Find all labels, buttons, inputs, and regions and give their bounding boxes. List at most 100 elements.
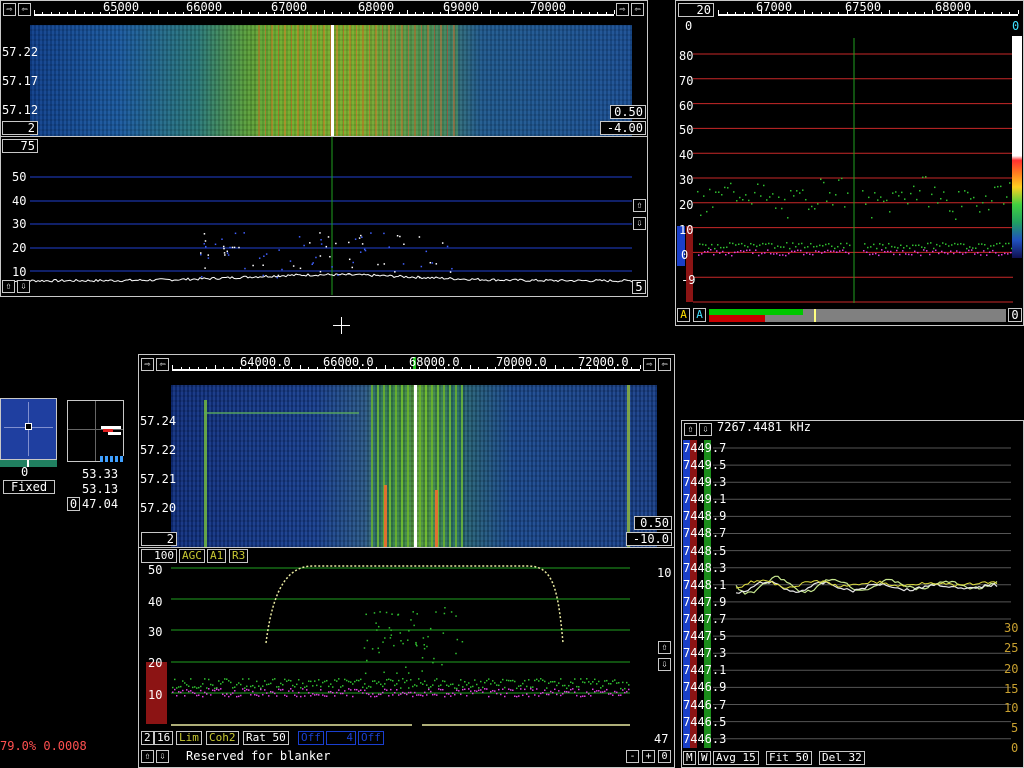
- spec1-dot: [207, 257, 210, 259]
- freq-w-button[interactable]: W: [698, 751, 711, 765]
- smeter-dot-green: [828, 243, 830, 245]
- spec2-dot-magenta: [566, 690, 568, 693]
- spec1-up-button[interactable]: ⇧: [2, 280, 15, 293]
- spec2-dot-green: [292, 684, 294, 687]
- smeter-dot-magenta: [956, 250, 958, 252]
- wf2-right-arrow-button[interactable]: ⇨: [141, 358, 154, 371]
- wf2-box-right-bottom[interactable]: -10.0: [626, 532, 672, 546]
- freq-right-label-4: 10: [1004, 701, 1019, 715]
- spec2-dot-green: [391, 613, 393, 615]
- spec2-dot-magenta: [282, 688, 284, 691]
- spec2-plus-button[interactable]: +: [642, 750, 655, 763]
- spec2-dot-green: [324, 680, 326, 683]
- smeter-dot-green: [706, 210, 708, 213]
- spec2-up-button[interactable]: ⇧: [141, 750, 154, 763]
- freq-avg-button[interactable]: Avg 15: [713, 751, 759, 765]
- wf1-right-arrow-button-2[interactable]: ⇨: [616, 3, 629, 16]
- wf2-left-arrow-button-2[interactable]: ⇦: [658, 358, 671, 371]
- wf1-ruler-tick: [92, 12, 93, 14]
- spec2-dot-magenta: [552, 691, 554, 694]
- spec2-dot-magenta: [350, 689, 352, 691]
- mid-fixed-button[interactable]: Fixed: [3, 480, 55, 494]
- wf2-waterfall[interactable]: [171, 385, 657, 547]
- wf1-time-label-2: 57.12: [2, 103, 39, 117]
- spec2-dot-magenta: [486, 688, 488, 690]
- spec1-dot: [360, 234, 362, 237]
- wf1-left-arrow-button[interactable]: ⇦: [18, 3, 31, 16]
- wf1-waterfall[interactable]: [30, 25, 632, 136]
- spec2-bottom-tag-coh2[interactable]: Coh2: [206, 731, 239, 745]
- spec2-dot-magenta: [196, 694, 198, 697]
- smeter-dot-green: [834, 247, 836, 250]
- spec2-dot-green: [562, 684, 564, 687]
- smeter-dot-magenta: [998, 254, 1000, 257]
- spec2-dot-green: [371, 648, 374, 650]
- smeter-dot-magenta: [794, 250, 796, 253]
- spec2-dot-magenta: [428, 688, 430, 691]
- spec2-dot-green: [200, 685, 202, 688]
- smeter-ruler-tick: [906, 12, 908, 14]
- freq-del-button[interactable]: Del 32: [819, 751, 865, 765]
- spec2-dot-green: [434, 679, 436, 682]
- freq-y-label-1: 7449.5: [683, 458, 727, 472]
- smeter-ruler-tick: [752, 12, 754, 14]
- spec2-dot-green: [374, 680, 376, 682]
- spec1-scroll-down-button[interactable]: ⇩: [633, 217, 646, 230]
- spec2-dot-magenta: [278, 688, 280, 691]
- spec2-bottom-tag-lim[interactable]: Lim: [176, 731, 202, 745]
- spec2-dot-magenta: [416, 694, 418, 696]
- spec2-dot-green: [236, 683, 238, 686]
- spec2-dot-magenta: [456, 689, 458, 692]
- spec2-bottom-tag-4[interactable]: 4: [326, 731, 356, 745]
- spec2-scroll-down-button[interactable]: ⇩: [658, 658, 671, 671]
- smeter-dot-green: [951, 244, 953, 246]
- smeter-a-button-2[interactable]: A: [693, 308, 706, 322]
- spec2-dot-green: [512, 679, 514, 682]
- smeter-box-bottom-right[interactable]: 0: [1008, 308, 1022, 322]
- wf1-box-right-top[interactable]: 0.50: [610, 105, 646, 119]
- wf2-left-arrow-button[interactable]: ⇦: [156, 358, 169, 371]
- smeter-box-top-left[interactable]: 20: [678, 3, 714, 17]
- smeter-ruler-tick: [1000, 12, 1002, 14]
- spec1-dot: [370, 232, 372, 234]
- smeter-dot-green: [817, 203, 819, 205]
- spec2-bottom-tag-2[interactable]: 2: [141, 731, 154, 745]
- spec2-down-button[interactable]: ⇩: [156, 750, 169, 763]
- spec2-dot-green: [212, 684, 214, 686]
- wf1-ruler-tick: [100, 12, 102, 14]
- spec2-dot-magenta: [178, 691, 180, 693]
- mid-value-2: 53.33: [82, 467, 119, 481]
- spec1-down-button[interactable]: ⇩: [17, 280, 30, 293]
- wf2-box-right-top[interactable]: 0.50: [634, 516, 672, 530]
- spec2-dot-green: [376, 682, 378, 685]
- spec2-minus-button[interactable]: -: [626, 750, 639, 763]
- wf2-box-left[interactable]: 2: [141, 532, 177, 546]
- spec2-bottom-tag-rat[interactable]: Rat 50: [243, 731, 289, 745]
- freq-m-button[interactable]: M: [683, 751, 696, 765]
- spec2-bottom-tag-off-1[interactable]: Off: [298, 731, 324, 745]
- spec1-box-right[interactable]: 5: [632, 280, 646, 294]
- spec2-bottom-tag-off-2[interactable]: Off: [358, 731, 384, 745]
- smeter-a-button-1[interactable]: A: [677, 308, 690, 322]
- freq-fit-button[interactable]: Fit 50: [766, 751, 812, 765]
- spec2-dot-green: [402, 678, 404, 680]
- wf1-ruler-tick: [224, 12, 226, 14]
- spec1-scroll-up-button[interactable]: ⇧: [633, 199, 646, 212]
- wf1-left-arrow-button-2[interactable]: ⇦: [631, 3, 644, 16]
- wf2-ruler-tick: [316, 367, 318, 369]
- spec2-dot-magenta: [212, 689, 214, 692]
- spec2-dot-green: [600, 687, 602, 689]
- status-text: 79.0% 0.0008: [0, 739, 87, 753]
- wf1-right-arrow-button[interactable]: ⇨: [3, 3, 16, 16]
- wf1-box-left[interactable]: 2: [2, 121, 38, 135]
- wf2-right-arrow-button-2[interactable]: ⇨: [643, 358, 656, 371]
- spec2-scroll-up-button[interactable]: ⇧: [658, 641, 671, 654]
- spec2-bottom-tag-16[interactable]: 16: [154, 731, 174, 745]
- spec2-dot-magenta: [604, 690, 606, 693]
- spec2-dot-green: [478, 687, 480, 689]
- mid-small-box[interactable]: 0: [67, 497, 80, 511]
- wf1-box-right-bottom[interactable]: -4.00: [600, 121, 646, 135]
- spec2-zero-button[interactable]: 0: [658, 750, 671, 763]
- spec2-dot-magenta: [520, 688, 522, 690]
- smeter-y-label-3: 50: [679, 123, 694, 137]
